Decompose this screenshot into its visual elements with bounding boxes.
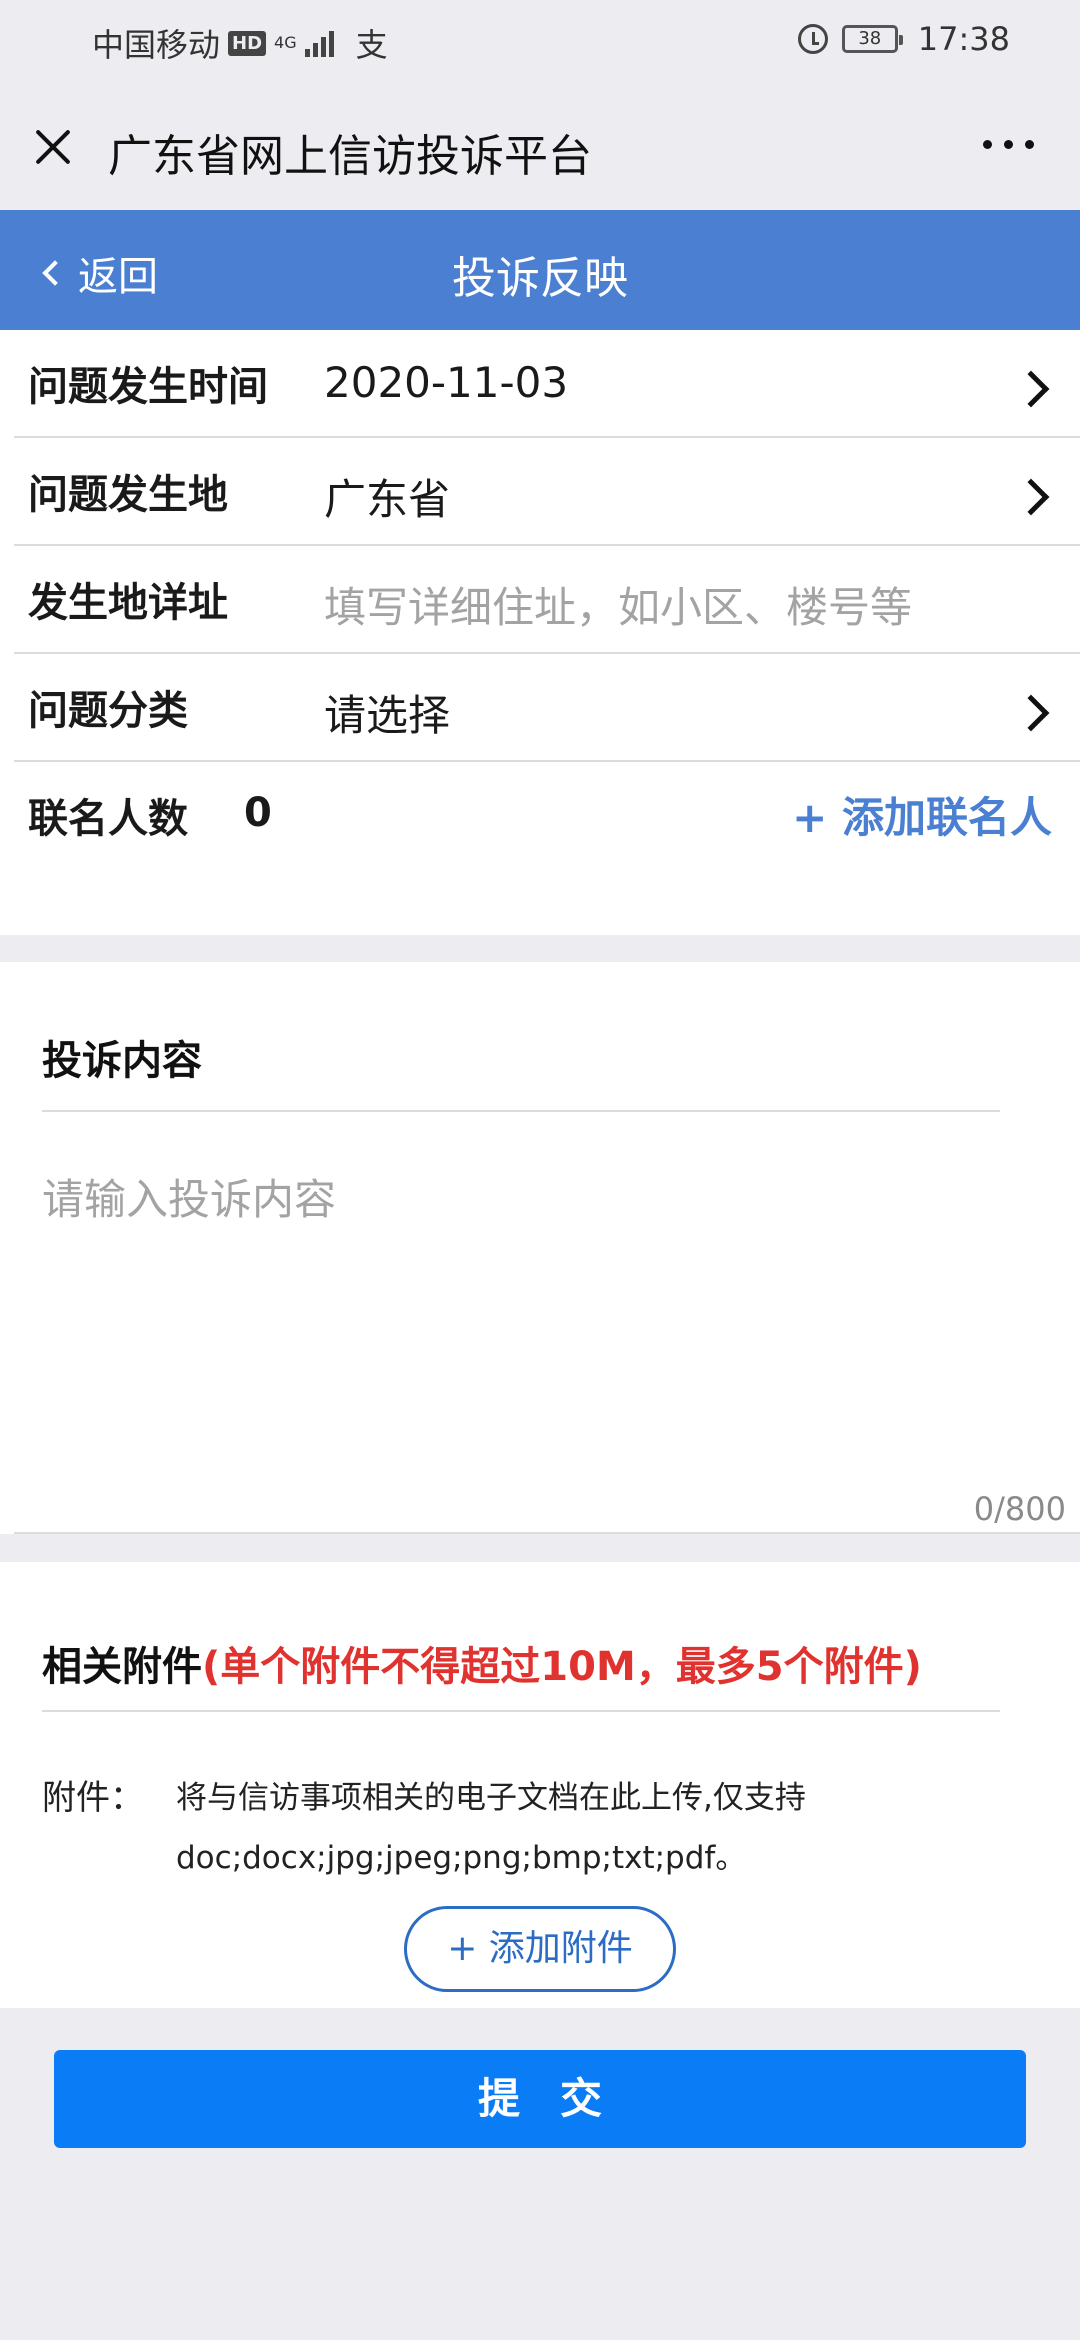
content-section-title: 投诉内容 xyxy=(42,1038,202,1084)
attachment-section: 相关附件(单个附件不得超过10M，最多5个附件) 附件： 将与信访事项相关的电子… xyxy=(0,1562,1080,2008)
network-type: 4G xyxy=(274,33,297,52)
attachment-label: 附件： xyxy=(42,1778,144,1818)
cosign-row: 联名人数 0 + 添加联名人 xyxy=(14,762,1080,870)
hd-icon: HD xyxy=(228,30,267,56)
attachment-description: 将与信访事项相关的电子文档在此上传,仅支持doc;docx;jpg;jpeg;p… xyxy=(176,1780,806,1876)
chevron-right-icon xyxy=(1012,478,1050,516)
add-cosigner-button[interactable]: + 添加联名人 xyxy=(792,784,1052,845)
cosign-label: 联名人数 xyxy=(28,796,188,842)
status-right: 38 17:38 xyxy=(797,20,1010,58)
row-label: 问题分类 xyxy=(28,688,188,734)
divider xyxy=(42,1710,1000,1712)
address-detail-row: 发生地详址 填写详细住址，如小区、楼号等 xyxy=(14,546,1080,654)
category-value: 请选择 xyxy=(324,691,451,740)
complaint-content-input[interactable]: 请输入投诉内容 xyxy=(42,1166,1032,1446)
carrier-label: 中国移动 xyxy=(92,26,221,64)
row-label: 问题发生地 xyxy=(28,472,228,518)
close-icon[interactable] xyxy=(32,126,74,168)
address-detail-input[interactable]: 填写详细住址，如小区、楼号等 xyxy=(324,574,912,635)
signal-icon xyxy=(304,29,334,57)
status-bar: 中国移动 HD 4G 支 38 17:38 xyxy=(0,0,1080,82)
row-label: 发生地详址 xyxy=(28,580,228,626)
alipay-icon: 支 xyxy=(355,26,388,64)
occurrence-place-row[interactable]: 问题发生地 广东省 xyxy=(14,438,1080,546)
attachment-limit-note: (单个附件不得超过10M，最多5个附件) xyxy=(202,1644,922,1690)
nav-header: 返回 投诉反映 xyxy=(0,210,1080,330)
app-title-bar: 广东省网上信访投诉平台 xyxy=(0,82,1080,210)
divider xyxy=(42,1110,1000,1112)
attachment-title: 相关附件 xyxy=(42,1644,202,1690)
category-row[interactable]: 问题分类 请选择 xyxy=(14,654,1080,762)
status-time: 17:38 xyxy=(917,20,1010,58)
add-attachment-button[interactable]: + 添加附件 xyxy=(404,1906,676,1992)
status-left: 中国移动 HD 4G 支 xyxy=(92,20,388,66)
cosign-count: 0 xyxy=(244,790,272,836)
alarm-icon xyxy=(797,24,828,54)
app-title: 广东省网上信访投诉平台 xyxy=(108,131,592,182)
attachment-section-title: 相关附件(单个附件不得超过10M，最多5个附件) xyxy=(42,1634,922,1692)
char-counter: 0/800 xyxy=(973,1490,1066,1528)
row-label: 问题发生时间 xyxy=(28,364,268,410)
more-options-icon[interactable] xyxy=(983,140,1034,149)
submit-button[interactable]: 提交 xyxy=(54,2050,1026,2148)
battery-icon: 38 xyxy=(841,25,903,53)
divider xyxy=(14,1532,1080,1534)
occurrence-time-row[interactable]: 问题发生时间 2020-11-03 xyxy=(14,330,1080,438)
occurrence-time-value: 2020-11-03 xyxy=(324,358,569,407)
chevron-right-icon xyxy=(1012,370,1050,408)
chevron-right-icon xyxy=(1012,694,1050,732)
occurrence-place-value: 广东省 xyxy=(324,475,451,524)
complaint-content-section: 投诉内容 请输入投诉内容 0/800 xyxy=(0,962,1080,1534)
page-title: 投诉反映 xyxy=(452,253,628,304)
form-section: 问题发生时间 2020-11-03 问题发生地 广东省 发生地详址 填写详细住址… xyxy=(0,330,1080,935)
